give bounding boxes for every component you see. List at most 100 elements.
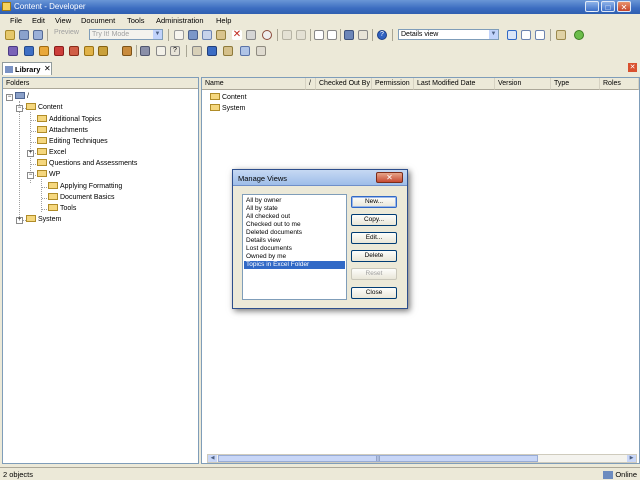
view-item[interactable]: Lost documents [244,245,345,253]
tree-node-excel[interactable]: Excel [37,147,66,158]
collapse-icon[interactable] [327,30,337,40]
tree-node-attachments[interactable]: Attachments [37,125,88,136]
outline-icon[interactable] [192,46,202,56]
expand-icon[interactable] [314,30,324,40]
view-item[interactable]: All by state [244,205,345,213]
history-icon[interactable] [256,46,266,56]
minimize-button[interactable]: _ [585,1,599,12]
paste-icon[interactable] [216,30,226,40]
scroll-right-icon[interactable]: ▶ [627,455,636,462]
mode-select[interactable]: Try It! Mode ▼ [89,29,163,40]
save-all-icon[interactable] [33,30,43,40]
column-header-last-modified[interactable]: Last Modified Date [414,78,495,90]
reset-view-button[interactable]: Reset [351,268,397,280]
new-package-icon[interactable] [69,46,79,56]
delete-view-button[interactable]: Delete [351,250,397,262]
dialog-close-icon[interactable]: ✕ [376,172,403,183]
new-web-page-icon[interactable] [54,46,64,56]
undo-icon[interactable] [282,30,292,40]
menu-edit[interactable]: Edit [32,16,45,25]
view-item[interactable]: Details view [244,237,345,245]
properties-icon[interactable] [246,30,256,40]
views-list[interactable]: All by owner All by state All checked ou… [242,194,347,300]
close-dialog-button[interactable]: Close [351,287,397,299]
list-item[interactable]: Content [210,92,247,103]
view-item[interactable]: Checked out to me [244,221,345,229]
link-icon[interactable] [140,46,150,56]
column-header-version[interactable]: Version [495,78,551,90]
check-out-icon[interactable] [240,46,250,56]
cut-icon[interactable] [188,30,198,40]
delete-icon[interactable]: ✕ [232,30,242,40]
column-header-path[interactable]: / [306,78,316,90]
sort-icon[interactable] [358,30,368,40]
move-up-icon[interactable] [207,46,217,56]
close-window-button[interactable]: ✕ [617,1,631,12]
split-vertical-icon[interactable] [535,30,545,40]
tree-node-additional-topics[interactable]: Additional Topics [37,114,101,125]
view-item[interactable]: Deleted documents [244,229,345,237]
redo-icon[interactable] [296,30,306,40]
menu-tools[interactable]: Tools [127,16,145,25]
new-module-icon[interactable] [8,46,18,56]
close-tab-icon[interactable]: ✕ [44,64,51,73]
check-in-icon[interactable] [223,46,233,56]
tab-library[interactable]: Library ✕ [2,62,52,75]
view-item-selected[interactable]: Topics in Excel Folder [244,261,345,269]
menu-view[interactable]: View [55,16,71,25]
copy-view-button[interactable]: Copy... [351,214,397,226]
scroll-left-icon[interactable]: ◀ [208,455,217,462]
new-assessment-icon[interactable] [122,46,132,56]
tree-node-system[interactable]: System [26,214,61,225]
question-icon[interactable]: ? [170,46,180,56]
tree-node-root[interactable]: / [15,91,29,102]
new-document-icon[interactable] [174,30,184,40]
menu-document[interactable]: Document [81,16,115,25]
insert-icon[interactable] [156,46,166,56]
menu-administration[interactable]: Administration [156,16,204,25]
refresh-icon[interactable] [574,30,584,40]
binoculars-icon[interactable] [344,30,354,40]
tree-node-document-basics[interactable]: Document Basics [48,192,114,203]
edit-view-button[interactable]: Edit... [351,232,397,244]
help-icon[interactable]: ? [377,30,387,40]
close-pane-icon[interactable]: ✕ [628,63,637,72]
find-icon[interactable] [262,30,272,40]
save-icon[interactable] [19,30,29,40]
tree-node-applying-formatting[interactable]: Applying Formatting [48,181,122,192]
tree-node-wp[interactable]: WP [37,169,60,180]
column-header-name[interactable]: Name [202,78,306,90]
tree-node-editing-techniques[interactable]: Editing Techniques [37,136,108,147]
tree-collapse-wp[interactable]: − [27,172,34,179]
tree-node-content[interactable]: Content [26,102,63,113]
menu-file[interactable]: File [10,16,22,25]
tree-expand-excel[interactable]: + [27,150,34,157]
column-header-checked-out-by[interactable]: Checked Out By [316,78,372,90]
view-item[interactable]: Owned by me [244,253,345,261]
publish-icon[interactable] [556,30,566,40]
maximize-button[interactable]: □ [601,1,615,12]
scroll-thumb[interactable]: ||| [218,455,538,462]
view-select[interactable]: Details view ▼ [398,29,499,40]
tree-node-questions-assessments[interactable]: Questions and Assessments [37,158,137,169]
details-layout-icon[interactable] [507,30,517,40]
tree-collapse-root[interactable]: − [6,94,13,101]
menu-help[interactable]: Help [216,16,231,25]
new-role-icon[interactable] [98,46,108,56]
open-folder-icon[interactable] [5,30,15,40]
new-section-icon[interactable] [24,46,34,56]
new-glossary-icon[interactable] [84,46,94,56]
split-horizontal-icon[interactable] [521,30,531,40]
column-header-roles[interactable]: Roles [600,78,639,90]
new-view-button[interactable]: New... [351,196,397,208]
preview-button[interactable]: Preview [54,29,79,36]
column-header-type[interactable]: Type [551,78,600,90]
view-item[interactable]: All checked out [244,213,345,221]
horizontal-scrollbar[interactable]: ◀ ||| ▶ [207,454,637,463]
tree-collapse-content[interactable]: − [16,105,23,112]
list-item[interactable]: System [210,103,245,114]
copy-icon[interactable] [202,30,212,40]
view-item[interactable]: All by owner [244,197,345,205]
column-header-permission[interactable]: Permission [372,78,414,90]
tree-expand-system[interactable]: + [16,217,23,224]
